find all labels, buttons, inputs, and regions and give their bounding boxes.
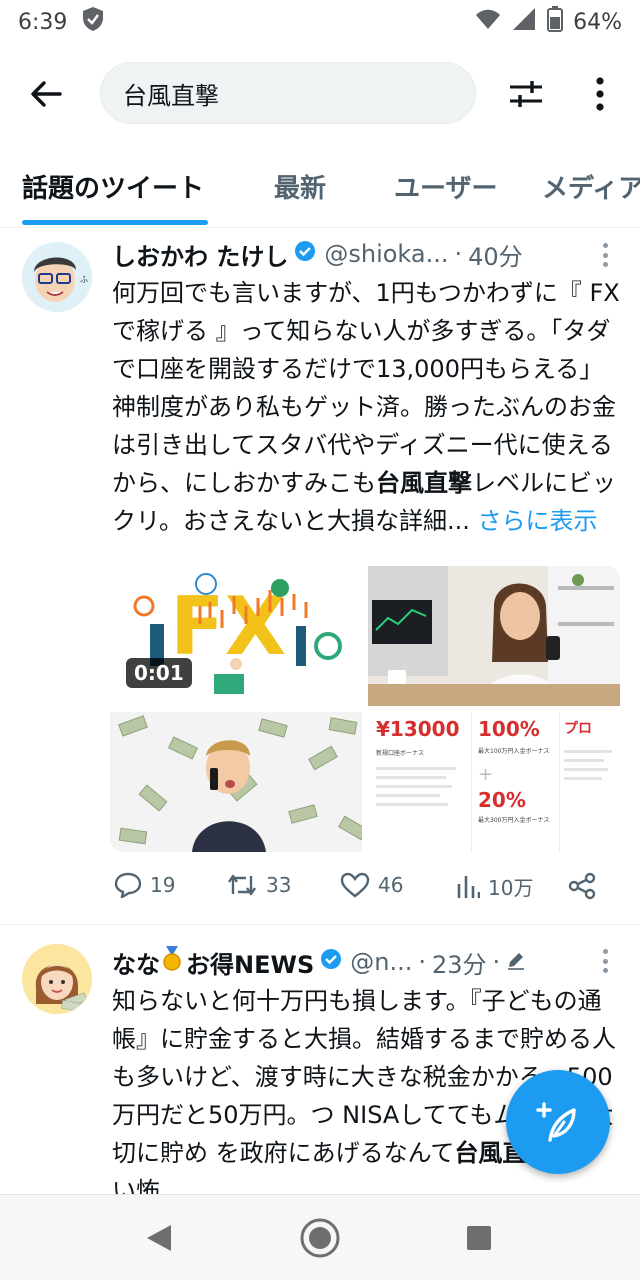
tweet-text-part: 何万回でも言いますが、1円もつかわずに『 FXで稼げる 』って知らない人が多すぎ… bbox=[112, 279, 620, 497]
promo-percent: 100% bbox=[478, 717, 540, 741]
share-icon bbox=[568, 872, 596, 900]
tweet-divider bbox=[0, 924, 640, 925]
status-bar: 6:39 64% bbox=[0, 0, 640, 44]
verified-badge-icon bbox=[294, 240, 316, 268]
retweet-button[interactable]: 33 bbox=[226, 872, 291, 898]
tab-latest[interactable]: 最新 bbox=[274, 168, 326, 205]
promo-caption: 最大100万円入金ボーナス bbox=[478, 748, 550, 755]
media-photo[interactable] bbox=[368, 566, 620, 706]
like-button[interactable]: 46 bbox=[340, 872, 403, 898]
arrow-left-icon bbox=[31, 81, 62, 107]
battery-level: 64% bbox=[573, 9, 622, 35]
battery-icon bbox=[547, 6, 564, 38]
heart-icon bbox=[340, 872, 370, 898]
share-button[interactable] bbox=[568, 872, 596, 900]
sliders-icon bbox=[510, 81, 542, 107]
compose-feather-icon bbox=[536, 1102, 576, 1142]
tweet-text: 何万回でも言いますが、1円もつかわずに『 FXで稼げる 』って知らない人が多すぎ… bbox=[112, 274, 622, 540]
reply-count: 19 bbox=[150, 873, 176, 897]
retweet-count: 33 bbox=[266, 873, 292, 897]
separator: · bbox=[492, 948, 501, 976]
tab-users[interactable]: ユーザー bbox=[394, 168, 497, 205]
promo-caption: 新規口座ボーナス bbox=[376, 750, 425, 757]
search-tabs: 話題のツイート 最新 ユーザー メディア bbox=[0, 150, 640, 228]
circle-home-icon bbox=[300, 1218, 340, 1258]
media-grid: FX 0:01 ¥13000 新規口座ボーナス 100% 最大100万円入金ボー… bbox=[110, 566, 620, 852]
tweet-time[interactable]: 23分 bbox=[432, 945, 487, 980]
like-count: 46 bbox=[378, 873, 404, 897]
more-vertical-icon bbox=[596, 77, 604, 111]
tweet-header: しおかわ たけし @shioka... · 40分 bbox=[112, 237, 523, 272]
triangle-back-icon bbox=[147, 1225, 171, 1251]
author-handle[interactable]: @n... bbox=[350, 948, 412, 976]
tweet-menu-button[interactable] bbox=[596, 946, 614, 976]
promo-title: プロ bbox=[564, 721, 592, 737]
nav-back-button[interactable] bbox=[136, 1215, 182, 1261]
svg-text:ふ: ふ bbox=[80, 275, 88, 284]
reply-icon bbox=[114, 872, 142, 898]
shield-icon bbox=[81, 6, 105, 38]
tweet-header: なな お得NEWS @n... · 23分 · bbox=[112, 945, 526, 980]
views-chart-icon bbox=[457, 875, 480, 898]
tweet-actions: 19 33 46 10万 bbox=[110, 868, 620, 908]
show-more-link[interactable]: さらに表示 bbox=[478, 507, 598, 535]
media-video[interactable]: FX 0:01 bbox=[110, 566, 362, 706]
media-photo[interactable] bbox=[110, 712, 362, 852]
nav-recents-button[interactable] bbox=[456, 1215, 502, 1261]
system-navigation-bar bbox=[0, 1194, 640, 1280]
wifi-icon bbox=[475, 8, 501, 36]
media-promo-image[interactable]: ¥13000 新規口座ボーナス 100% 最大100万円入金ボーナス + 20%… bbox=[368, 712, 620, 852]
views-count: 10万 bbox=[488, 876, 534, 900]
retweet-icon bbox=[228, 874, 256, 896]
author-name[interactable]: なな bbox=[112, 945, 160, 980]
separator: · bbox=[418, 948, 426, 976]
reply-button[interactable]: 19 bbox=[114, 872, 175, 898]
avatar[interactable]: ふ bbox=[22, 242, 92, 312]
views-button[interactable]: 10万 bbox=[456, 872, 533, 901]
search-highlight: 台風直撃 bbox=[376, 469, 472, 497]
medal-icon bbox=[162, 946, 182, 978]
promo-percent: 20% bbox=[478, 788, 526, 812]
nav-home-button[interactable] bbox=[297, 1215, 343, 1261]
search-query: 台風直撃 bbox=[123, 81, 219, 110]
signal-icon bbox=[511, 7, 537, 37]
tweet-menu-button[interactable] bbox=[596, 240, 614, 270]
separator: · bbox=[454, 240, 463, 268]
promo-plus: + bbox=[478, 764, 494, 785]
author-handle[interactable]: @shioka... bbox=[324, 240, 448, 268]
search-header: 台風直撃 bbox=[0, 60, 640, 126]
author-name[interactable]: しおかわ たけし bbox=[112, 237, 288, 272]
search-filter-button[interactable] bbox=[506, 74, 546, 114]
tweet[interactable]: ふ しおかわ たけし @shioka... · 40分 何万回でも言いますが、1… bbox=[0, 230, 640, 924]
author-name-suffix[interactable]: お得NEWS bbox=[186, 945, 314, 980]
active-tab-indicator bbox=[22, 220, 208, 225]
verified-badge-icon bbox=[320, 948, 342, 976]
promo-amount: ¥13000 bbox=[376, 717, 460, 741]
promo-caption: 最大300万円入金ボーナス bbox=[478, 817, 550, 824]
edited-pencil-icon bbox=[506, 948, 526, 976]
tab-media[interactable]: メディア bbox=[542, 168, 640, 205]
compose-tweet-button[interactable] bbox=[506, 1070, 610, 1174]
status-time: 6:39 bbox=[18, 9, 68, 35]
avatar[interactable] bbox=[22, 944, 92, 1014]
tweet-time[interactable]: 40分 bbox=[468, 237, 523, 272]
more-options-button[interactable] bbox=[584, 74, 616, 114]
back-button[interactable] bbox=[26, 74, 66, 114]
tab-top-tweets[interactable]: 話題のツイート bbox=[22, 168, 204, 205]
square-recents-icon bbox=[467, 1226, 491, 1250]
video-duration: 0:01 bbox=[126, 658, 192, 688]
search-input[interactable]: 台風直撃 bbox=[100, 62, 476, 124]
